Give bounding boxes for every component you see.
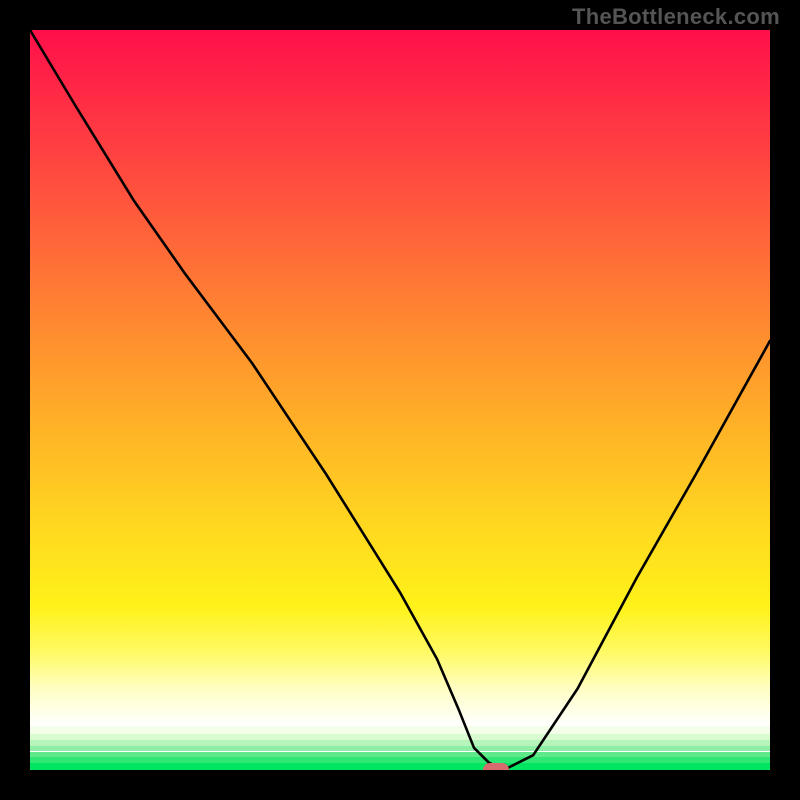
- plot-inner: [30, 30, 770, 770]
- minimum-marker: [483, 763, 509, 770]
- curve-svg: [30, 30, 770, 770]
- watermark-text: TheBottleneck.com: [572, 4, 780, 30]
- chart-frame: TheBottleneck.com: [0, 0, 800, 800]
- plot-area: [30, 30, 770, 770]
- bottleneck-curve: [30, 30, 770, 770]
